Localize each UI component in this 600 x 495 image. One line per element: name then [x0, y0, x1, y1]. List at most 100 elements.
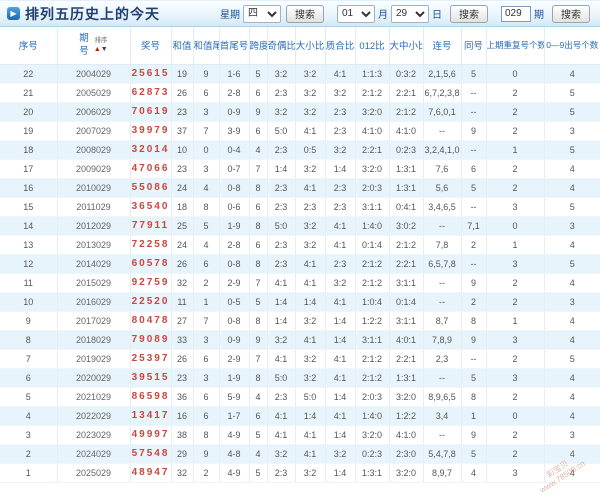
col-header-8: 大小比: [295, 27, 326, 65]
cell-同号: 9: [461, 330, 487, 350]
sort-desc-icon[interactable]: ▼: [101, 46, 108, 53]
cell-012比: 3:2:0: [355, 425, 390, 445]
cell-和值: 38: [171, 425, 194, 445]
cell-序号: 2: [0, 444, 58, 464]
cell-奇偶比: 1:4: [267, 159, 296, 179]
weekday-label: 星期: [220, 10, 240, 21]
cell-同号: --: [461, 140, 487, 160]
cell-上期重复号个数: 3: [486, 254, 545, 274]
month-select[interactable]: 01: [337, 4, 375, 23]
cell-奇偶比: 3:2: [267, 64, 296, 84]
cell-奇偶比: 4:1: [267, 273, 296, 293]
table-row: 22 2004029 25615 19 9 1-6 5 3:2 3:2 4:1 1:1:3 0:3:2…: [0, 64, 600, 84]
cell-序号: 18: [0, 140, 58, 160]
cell-012比: 2:1:2: [355, 254, 390, 274]
cell-大小比: 3:2: [295, 368, 326, 388]
cell-跨度: 7: [249, 349, 268, 369]
sort-asc-icon[interactable]: ▲: [94, 46, 101, 53]
cell-奖号: 70619: [130, 102, 172, 122]
cell-大中小比: 1:3:1: [389, 159, 424, 179]
cell-首尾号: 0-6: [219, 197, 250, 217]
table-row: 3 2023029 49997 38 8 4-9 5 4:1 4:1 1:4 3:2:0 4:1:0-…: [0, 425, 600, 445]
cell-期号: 2016029: [57, 292, 131, 312]
col-header-12: 连号: [423, 27, 462, 65]
table-row: 21 2005029 62873 26 6 2-8 6 2:3 3:2 3:2 2:1:2 2:2:1…: [0, 83, 600, 103]
cell-连号: --: [423, 273, 462, 293]
cell-质合比: 1:4: [325, 311, 356, 331]
cell-奖号: 86598: [130, 387, 172, 407]
cell-质合比: 3:2: [325, 273, 356, 293]
cell-奖号: 49997: [130, 425, 172, 445]
cell-连号: 6,5,7,8: [423, 254, 462, 274]
cell-上期重复号个数: 2: [486, 178, 545, 198]
cell-0—9出号个数: 5: [544, 254, 600, 274]
cell-012比: 2:1:2: [355, 349, 390, 369]
cell-和值: 23: [171, 159, 194, 179]
cell-奖号: 60578: [130, 254, 172, 274]
cell-序号: 13: [0, 235, 58, 255]
cell-同号: 1: [461, 406, 487, 426]
day-select[interactable]: 29: [391, 4, 429, 23]
cell-和值: 18: [171, 197, 194, 217]
cell-上期重复号个数: 2: [486, 121, 545, 141]
cell-012比: 3:1:1: [355, 330, 390, 350]
cell-上期重复号个数: 2: [486, 444, 545, 464]
cell-大中小比: 4:1:0: [389, 425, 424, 445]
cell-012比: 4:1:0: [355, 121, 390, 141]
cell-期号: 2007029: [57, 121, 131, 141]
cell-期号: 2018029: [57, 330, 131, 350]
cell-首尾号: 2-8: [219, 83, 250, 103]
cell-大小比: 5:0: [295, 387, 326, 407]
sort-control[interactable]: 排序 ▲▼: [94, 37, 108, 54]
issue-search-group: 期 搜索: [501, 4, 590, 23]
cell-同号: 5: [461, 368, 487, 388]
cell-跨度: 8: [249, 178, 268, 198]
cell-序号: 20: [0, 102, 58, 122]
cell-和值尾: 6: [193, 349, 220, 369]
cell-序号: 4: [0, 406, 58, 426]
cell-首尾号: 1-6: [219, 64, 250, 84]
date-search-button[interactable]: 搜索: [450, 4, 488, 23]
cell-大中小比: 3:2:0: [389, 387, 424, 407]
cell-质合比: 4:1: [325, 216, 356, 236]
cell-上期重复号个数: 1: [486, 235, 545, 255]
cell-期号: 2012029: [57, 216, 131, 236]
cell-0—9出号个数: 3: [544, 121, 600, 141]
cell-奇偶比: 2:3: [267, 254, 296, 274]
weekday-select[interactable]: 四: [243, 4, 281, 23]
cell-大中小比: 2:1:2: [389, 102, 424, 122]
cell-大中小比: 4:0:1: [389, 330, 424, 350]
cell-首尾号: 0-7: [219, 159, 250, 179]
cell-首尾号: 3-9: [219, 121, 250, 141]
cell-012比: 1:2:2: [355, 311, 390, 331]
cell-同号: --: [461, 197, 487, 217]
cell-大小比: 4:1: [295, 425, 326, 445]
cell-和值尾: 6: [193, 387, 220, 407]
cell-上期重复号个数: 3: [486, 368, 545, 388]
issue-search-button[interactable]: 搜索: [552, 4, 590, 23]
cell-和值: 10: [171, 140, 194, 160]
cell-质合比: 2:3: [325, 102, 356, 122]
cell-奖号: 32014: [130, 140, 172, 160]
cell-首尾号: 0-8: [219, 311, 250, 331]
cell-上期重复号个数: 2: [486, 425, 545, 445]
cell-期号: 2017029: [57, 311, 131, 331]
cell-期号: 2009029: [57, 159, 131, 179]
cell-上期重复号个数: 3: [486, 463, 545, 483]
weekday-search-button[interactable]: 搜索: [286, 4, 324, 23]
cell-奇偶比: 2:3: [267, 197, 296, 217]
cell-奇偶比: 5:0: [267, 216, 296, 236]
cell-序号: 8: [0, 330, 58, 350]
cell-和值尾: 6: [193, 83, 220, 103]
cell-同号: 8: [461, 311, 487, 331]
cell-和值: 33: [171, 330, 194, 350]
issue-input[interactable]: [501, 5, 531, 22]
cell-大小比: 3:2: [295, 159, 326, 179]
cell-和值尾: 7: [193, 311, 220, 331]
cell-和值尾: 6: [193, 406, 220, 426]
col-header-9: 质合比: [325, 27, 356, 65]
cell-大小比: 4:1: [295, 444, 326, 464]
cell-012比: 2:1:2: [355, 368, 390, 388]
cell-上期重复号个数: 0: [486, 406, 545, 426]
cell-和值: 32: [171, 463, 194, 483]
